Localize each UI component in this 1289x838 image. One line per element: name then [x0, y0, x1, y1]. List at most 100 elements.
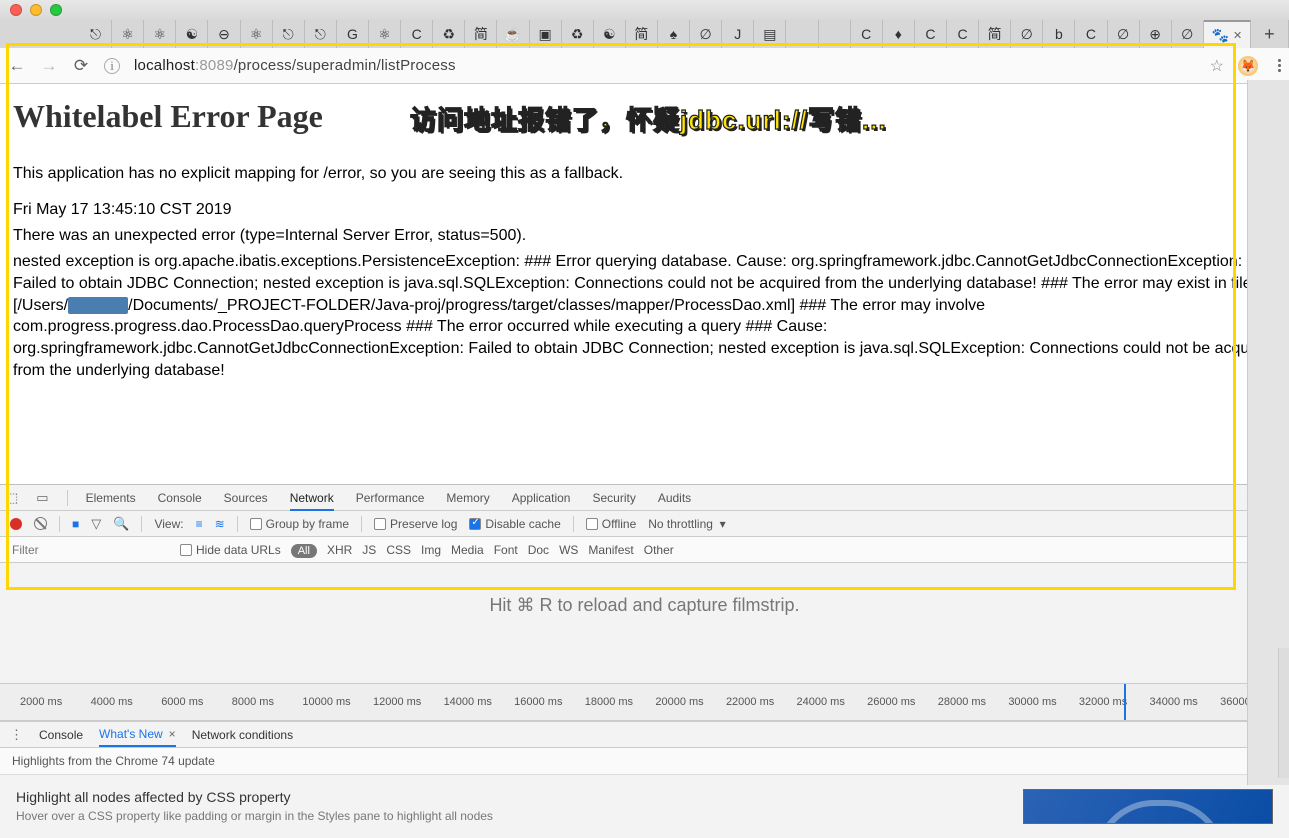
- browser-tab[interactable]: C: [915, 20, 947, 48]
- filter-chip-other[interactable]: Other: [644, 543, 674, 557]
- filter-toggle-icon[interactable]: ▽: [91, 516, 101, 532]
- browser-tab[interactable]: ⊖: [208, 20, 240, 48]
- browser-tabstrip: ⎋⚛⚛☯⊖⚛⎋⎋G⚛C♻简☕▣♻☯简♠∅J▤C♦CC简∅bC∅⊕∅🐾✕+: [0, 20, 1289, 48]
- drawer-tab-console[interactable]: Console: [39, 728, 83, 742]
- large-rows-icon[interactable]: ≡: [196, 517, 203, 531]
- devtools-tab-performance[interactable]: Performance: [356, 491, 425, 505]
- record-icon[interactable]: [10, 518, 22, 530]
- drawer-tab-network-conditions[interactable]: Network conditions: [192, 728, 293, 742]
- bookmark-star-icon[interactable]: ☆: [1210, 56, 1224, 76]
- reload-icon[interactable]: ⟳: [72, 56, 90, 76]
- browser-tab[interactable]: ⎋: [80, 20, 112, 48]
- throttling-select[interactable]: No throttling ▾: [648, 517, 725, 531]
- devtools-tab-console[interactable]: Console: [158, 491, 202, 505]
- browser-tab[interactable]: ⚛: [144, 20, 176, 48]
- browser-tab[interactable]: b: [1043, 20, 1075, 48]
- devtools-tab-sources[interactable]: Sources: [224, 491, 268, 505]
- search-icon[interactable]: 🔍: [113, 516, 129, 532]
- timeline-tick: 16000 ms: [514, 696, 585, 708]
- filter-chip-font[interactable]: Font: [494, 543, 518, 557]
- browser-tab[interactable]: [786, 20, 818, 48]
- browser-tab[interactable]: ♦: [883, 20, 915, 48]
- minimize-window-icon[interactable]: [30, 4, 42, 16]
- drawer-scrollbar[interactable]: [1278, 648, 1289, 778]
- network-body: Hit ⌘ R to reload and capture filmstrip.: [0, 563, 1289, 683]
- drawer-menu-icon[interactable]: ⋮: [10, 727, 23, 743]
- profile-avatar-icon[interactable]: 🦊: [1238, 56, 1258, 76]
- browser-tab[interactable]: ▣: [530, 20, 562, 48]
- hide-label: Hide data URLs: [196, 543, 281, 557]
- filter-input[interactable]: [10, 542, 170, 558]
- browser-tab[interactable]: ∅: [1172, 20, 1204, 48]
- filter-chip-img[interactable]: Img: [421, 543, 441, 557]
- filter-chip-all[interactable]: All: [291, 544, 317, 558]
- browser-tab[interactable]: ♻: [433, 20, 465, 48]
- device-toggle-icon[interactable]: ▭: [36, 490, 48, 506]
- network-filter-bar: Hide data URLs All XHR JS CSS Img Media Font Do…: [0, 537, 1289, 563]
- browser-tab[interactable]: ☕: [497, 20, 529, 48]
- browser-tab[interactable]: ⚛: [112, 20, 144, 48]
- offline-checkbox[interactable]: Offline: [586, 517, 636, 531]
- favicon-icon: 简: [634, 24, 648, 44]
- browser-tab[interactable]: ⎋: [273, 20, 305, 48]
- drawer-tab-whatsnew[interactable]: What's New ×: [99, 727, 176, 747]
- browser-tab[interactable]: ⚛: [369, 20, 401, 48]
- close-tab-icon[interactable]: ✕: [1233, 29, 1242, 42]
- group-by-frame-checkbox[interactable]: Group by frame: [250, 517, 349, 531]
- browser-tab[interactable]: J: [722, 20, 754, 48]
- browser-tab[interactable]: C: [401, 20, 433, 48]
- browser-tab[interactable]: ▤: [754, 20, 786, 48]
- browser-tab[interactable]: [819, 20, 851, 48]
- browser-menu-icon[interactable]: [1278, 59, 1281, 72]
- browser-tab[interactable]: ⎋: [305, 20, 337, 48]
- filter-chip-xhr[interactable]: XHR: [327, 543, 352, 557]
- devtools-tab-network[interactable]: Network: [290, 491, 334, 511]
- clear-icon[interactable]: [34, 517, 47, 530]
- devtools-tab-memory[interactable]: Memory: [446, 491, 489, 505]
- filter-chip-ws[interactable]: WS: [559, 543, 578, 557]
- timeline-tick: 8000 ms: [232, 696, 303, 708]
- browser-tab[interactable]: C: [851, 20, 883, 48]
- inspect-icon[interactable]: ⬚: [6, 490, 18, 506]
- forward-icon[interactable]: →: [40, 56, 58, 76]
- browser-tab[interactable]: ♻: [562, 20, 594, 48]
- new-tab-button[interactable]: +: [1251, 20, 1289, 48]
- hide-data-urls-checkbox[interactable]: Hide data URLs: [180, 543, 281, 557]
- browser-tab[interactable]: C: [947, 20, 979, 48]
- browser-tab[interactable]: ☯: [594, 20, 626, 48]
- browser-tab[interactable]: ∅: [690, 20, 722, 48]
- browser-tab[interactable]: ☯: [176, 20, 208, 48]
- close-tab-icon[interactable]: ×: [169, 727, 176, 741]
- browser-tab[interactable]: 简: [465, 20, 497, 48]
- disable-cache-checkbox[interactable]: Disable cache: [469, 517, 560, 531]
- filter-chip-manifest[interactable]: Manifest: [588, 543, 633, 557]
- browser-tab[interactable]: 简: [979, 20, 1011, 48]
- overview-icon[interactable]: ≋: [215, 517, 225, 531]
- browser-tab-active[interactable]: 🐾✕: [1204, 20, 1251, 48]
- filter-chip-css[interactable]: CSS: [386, 543, 411, 557]
- devtools-tab-application[interactable]: Application: [512, 491, 571, 505]
- browser-tab[interactable]: G: [337, 20, 369, 48]
- address-bar[interactable]: localhost:8089/process/superadmin/listPr…: [134, 57, 1196, 74]
- browser-tab[interactable]: 简: [626, 20, 658, 48]
- browser-tab[interactable]: ♠: [658, 20, 690, 48]
- back-icon[interactable]: ←: [8, 56, 26, 76]
- network-timeline[interactable]: 2000 ms4000 ms6000 ms8000 ms10000 ms1200…: [0, 683, 1289, 721]
- browser-tab[interactable]: ∅: [1108, 20, 1140, 48]
- site-info-icon[interactable]: i: [104, 58, 120, 74]
- devtools-tab-elements[interactable]: Elements: [86, 491, 136, 505]
- browser-tab[interactable]: C: [1075, 20, 1107, 48]
- close-window-icon[interactable]: [10, 4, 22, 16]
- camera-icon[interactable]: ■: [72, 517, 79, 531]
- filter-chip-js[interactable]: JS: [362, 543, 376, 557]
- browser-tab[interactable]: ∅: [1011, 20, 1043, 48]
- filter-chip-media[interactable]: Media: [451, 543, 484, 557]
- browser-tab[interactable]: ⊕: [1140, 20, 1172, 48]
- maximize-window-icon[interactable]: [50, 4, 62, 16]
- devtools-panel: ⬚ ▭ Elements Console Sources Network Perform…: [0, 484, 1289, 721]
- devtools-tab-audits[interactable]: Audits: [658, 491, 691, 505]
- filter-chip-doc[interactable]: Doc: [528, 543, 549, 557]
- preserve-log-checkbox[interactable]: Preserve log: [374, 517, 457, 531]
- devtools-tab-security[interactable]: Security: [592, 491, 635, 505]
- browser-tab[interactable]: ⚛: [241, 20, 273, 48]
